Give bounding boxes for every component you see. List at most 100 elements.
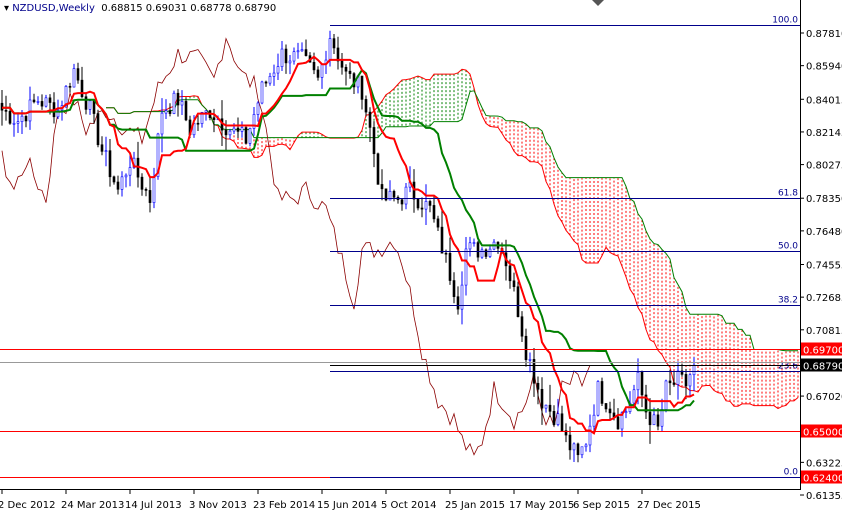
candle-body xyxy=(240,127,244,132)
candle-body xyxy=(676,370,680,385)
candle-body xyxy=(556,413,560,425)
candle-body xyxy=(400,199,404,205)
candle-body xyxy=(172,92,176,114)
candle-body xyxy=(692,364,696,376)
candle-body xyxy=(392,190,396,198)
candle-body xyxy=(64,86,68,106)
candle-body xyxy=(152,176,156,203)
candle-body xyxy=(668,380,672,384)
candle-body xyxy=(36,101,40,103)
candle-body xyxy=(444,252,448,255)
candle-body xyxy=(116,181,120,190)
price-tick-label: 0.61355 xyxy=(806,491,842,502)
candle-body xyxy=(604,403,608,410)
candle-body xyxy=(8,111,12,124)
candle-body xyxy=(88,100,92,110)
time-tick-label: 6 Sep 2015 xyxy=(573,500,630,511)
candle-body xyxy=(596,381,600,416)
price-tick-label: 0.72685 xyxy=(806,293,842,304)
candle-body xyxy=(268,76,272,84)
candle-body xyxy=(652,414,656,426)
candle-body xyxy=(236,127,240,132)
candle-body xyxy=(568,434,572,451)
candle-body xyxy=(624,411,628,413)
candle-body xyxy=(544,404,548,409)
candle-body xyxy=(320,63,324,78)
candle-body xyxy=(588,425,592,446)
price-tick-label: 0.82145 xyxy=(806,128,842,139)
time-tick-label: 5 Oct 2014 xyxy=(381,500,436,511)
candle-body xyxy=(464,248,468,286)
price-tick-label: 0.70815 xyxy=(806,326,842,337)
candle-body xyxy=(168,110,172,114)
candle-body xyxy=(516,286,520,318)
ohlc-readout: 0.68815 0.69031 0.68778 0.68790 xyxy=(101,3,277,14)
price-tick-label: 0.85940 xyxy=(806,62,842,73)
candle-body xyxy=(664,380,668,410)
candle-body xyxy=(4,109,8,112)
candle-body xyxy=(104,150,108,152)
candle-body xyxy=(344,66,348,72)
candle-body xyxy=(32,99,36,103)
candle-body xyxy=(120,176,124,190)
candle-body xyxy=(288,60,292,64)
candle-body xyxy=(616,416,620,430)
time-tick-label: 17 May 2015 xyxy=(509,500,574,511)
time-tick-label: 23 Feb 2014 xyxy=(253,500,315,511)
candle-body xyxy=(284,48,288,64)
price-tick-label: 0.63225 xyxy=(806,458,842,469)
candle-body xyxy=(296,50,300,53)
candle-body xyxy=(684,374,688,387)
candles xyxy=(0,30,696,463)
candle-body xyxy=(560,413,564,431)
time-tick-label: 15 Jun 2014 xyxy=(317,500,377,511)
price-tick-label: 0.67020 xyxy=(806,392,842,403)
price-tag-label: 0.69700 xyxy=(803,346,842,357)
price-tick-label: 0.87810 xyxy=(806,29,842,40)
candle-body xyxy=(524,335,528,361)
candle-body xyxy=(636,371,640,391)
candle-body xyxy=(224,129,228,136)
price-chart[interactable]: 100.061.850.038.223.60.00.697000.650000.… xyxy=(0,0,842,513)
candle-body xyxy=(12,122,16,125)
candle-body xyxy=(552,411,556,425)
candle-body xyxy=(420,207,424,210)
candle-body xyxy=(72,68,76,88)
candle-body xyxy=(84,96,88,110)
candle-body xyxy=(432,205,436,220)
candle-body xyxy=(212,117,216,120)
senkou-span-b xyxy=(106,90,798,352)
candle-body xyxy=(424,201,428,210)
candle-body xyxy=(164,110,168,114)
candle-body xyxy=(688,374,692,387)
price-tag-label: 0.62400 xyxy=(803,474,842,485)
candle-body xyxy=(572,443,576,451)
candle-body xyxy=(44,97,48,107)
candle-body xyxy=(672,382,676,385)
time-tick-label: 24 Mar 2013 xyxy=(61,500,124,511)
price-tick-label: 0.80275 xyxy=(806,161,842,172)
chart-window[interactable]: 100.0 61.8 50.0 38.2 23.6 0.0 0.69700 0.65000 0.… xyxy=(0,0,842,513)
candle-body xyxy=(548,404,552,412)
candle-body xyxy=(180,101,184,106)
candle-body xyxy=(448,252,452,281)
candle-body xyxy=(256,102,260,115)
candle-body xyxy=(16,121,20,124)
candle-body xyxy=(360,75,364,100)
candle-body xyxy=(380,184,384,190)
candle-body xyxy=(292,51,296,62)
candle-body xyxy=(528,359,532,361)
candle-body xyxy=(204,110,208,113)
candle-body xyxy=(416,198,420,209)
candle-body xyxy=(300,49,304,52)
fibo-level-label: 0.0 xyxy=(784,468,799,478)
candle-body xyxy=(0,102,4,111)
candle-body xyxy=(248,128,252,144)
candle-body xyxy=(264,81,268,84)
candle-body xyxy=(228,130,232,136)
candle-body xyxy=(48,97,52,103)
candle-body xyxy=(260,81,264,104)
time-tick-label: 14 Jul 2013 xyxy=(125,500,182,511)
candle-body xyxy=(484,249,488,257)
candle-body xyxy=(80,79,84,98)
